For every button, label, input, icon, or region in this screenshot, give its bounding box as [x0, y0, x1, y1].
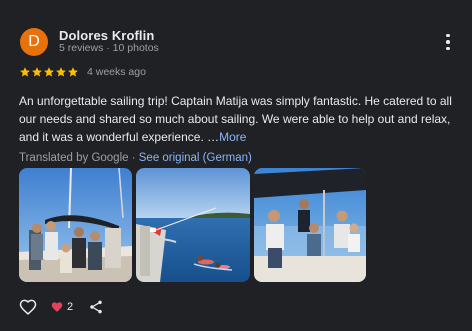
share-button[interactable]	[88, 296, 104, 318]
star-icon	[44, 67, 54, 77]
translated-by-label: Translated by Google ·	[19, 152, 139, 164]
group-in-cockpit-photo[interactable]	[254, 168, 366, 282]
review-text: An unforgettable sailing trip! Captain M…	[19, 92, 459, 146]
review-card: D Dolores Kroflin 5 reviews · 10 photos …	[0, 0, 472, 331]
star-icon	[68, 67, 78, 77]
swimmers-at-sea-photo[interactable]	[136, 168, 250, 282]
more-options-icon[interactable]	[440, 31, 456, 53]
share-icon	[90, 300, 102, 314]
more-link[interactable]: More	[219, 130, 246, 144]
review-actions: 2	[18, 296, 138, 320]
star-rating	[19, 66, 79, 78]
group-on-sailboat-photo[interactable]	[19, 168, 132, 282]
reviewer-meta: 5 reviews · 10 photos	[59, 42, 159, 54]
like-button[interactable]	[18, 296, 38, 318]
heart-filled-icon	[51, 302, 63, 312]
avatar[interactable]: D	[20, 28, 48, 56]
likes-count: 2	[67, 301, 74, 313]
likes-indicator[interactable]: 2	[50, 296, 73, 318]
rating-row: 4 weeks ago	[19, 65, 146, 79]
translation-note: Translated by Google · See original (Ger…	[19, 152, 252, 164]
star-icon	[56, 67, 66, 77]
reviewer-name[interactable]: Dolores Kroflin	[59, 28, 154, 43]
star-icon	[20, 67, 30, 77]
see-original-link[interactable]: See original (German)	[139, 152, 252, 164]
review-time: 4 weeks ago	[87, 66, 146, 78]
heart-outline-icon	[19, 299, 37, 315]
star-icon	[32, 67, 42, 77]
avatar-initial: D	[28, 33, 40, 50]
